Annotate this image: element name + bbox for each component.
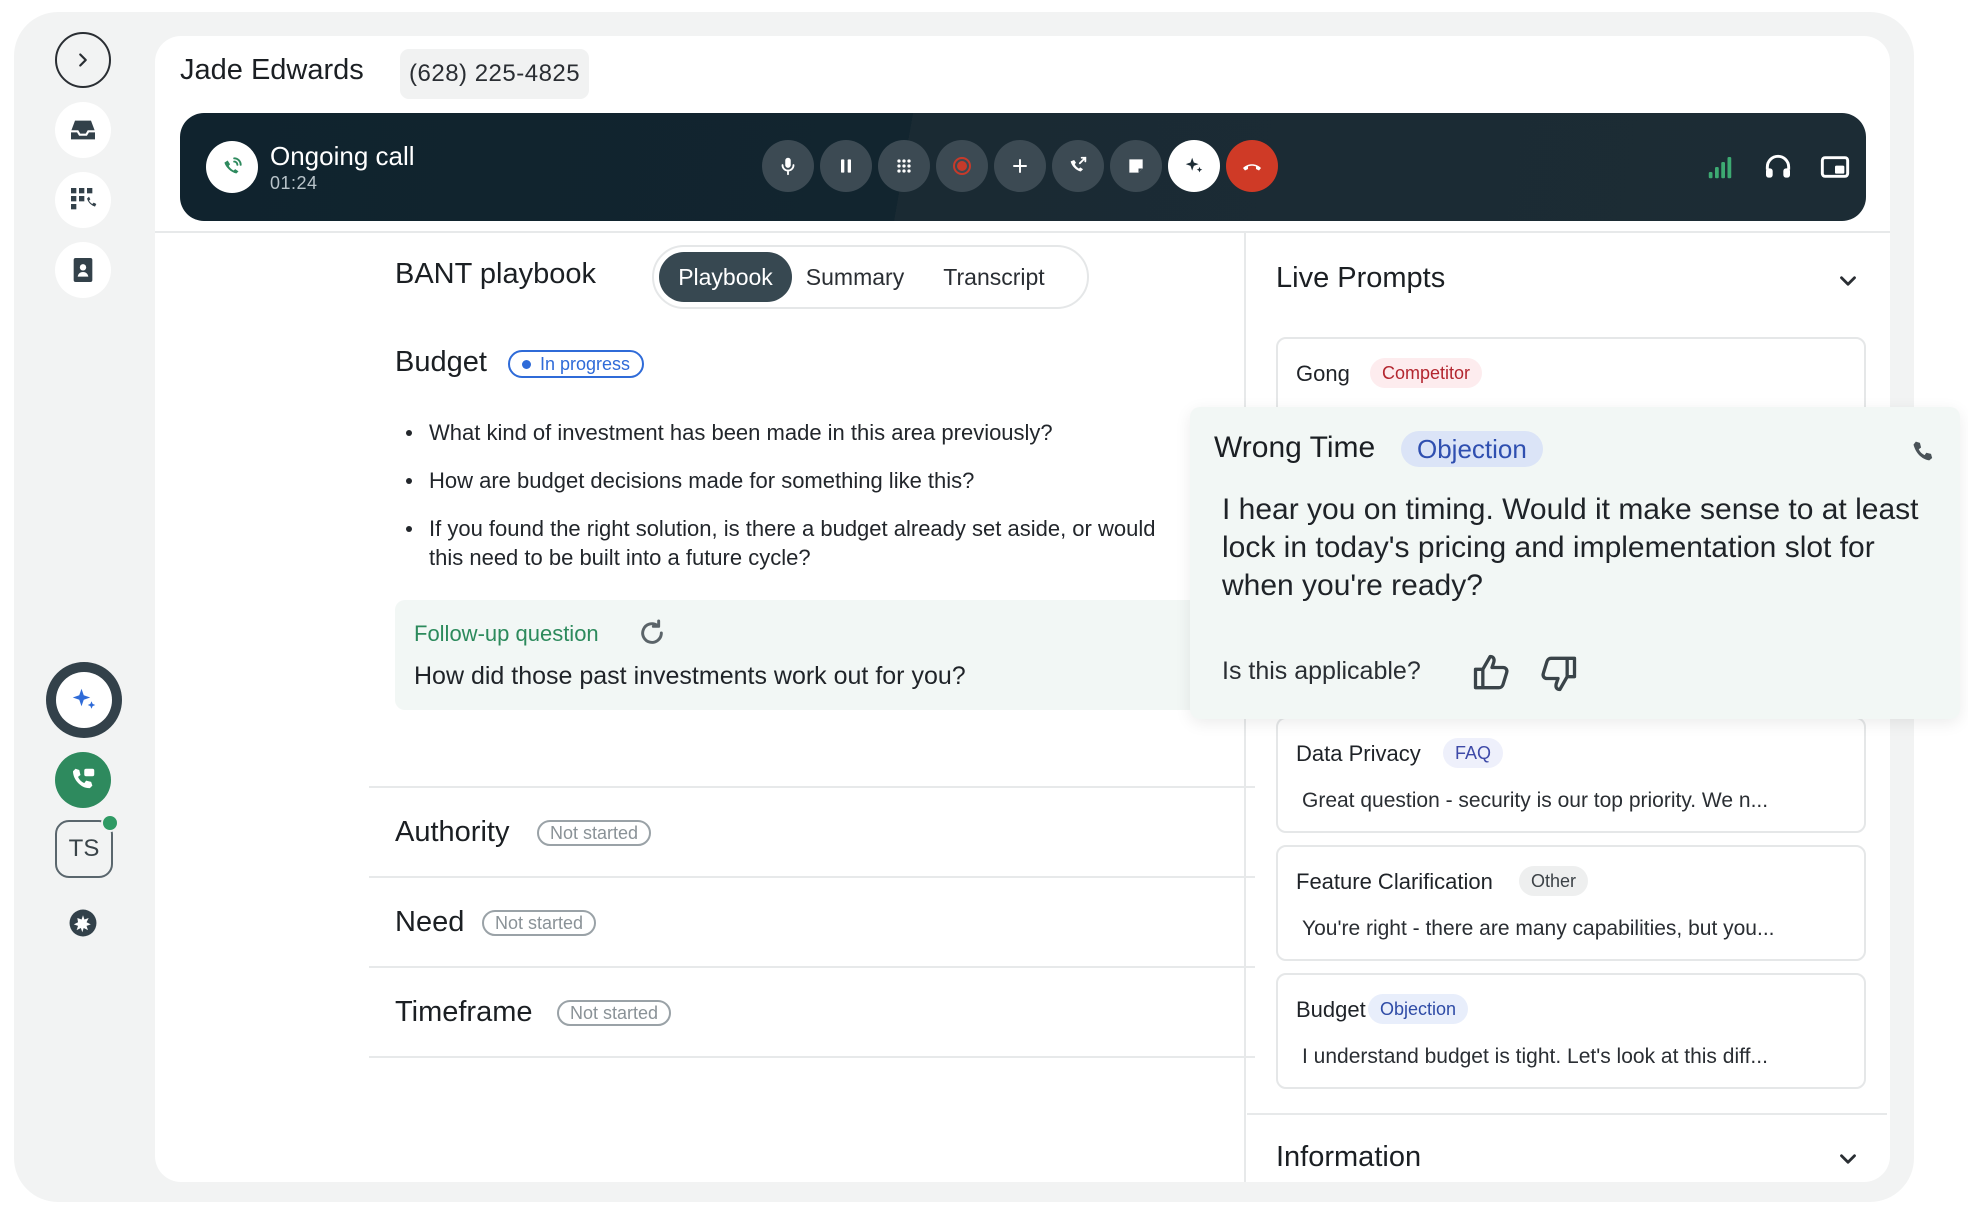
prompt-tag-competitor: Competitor [1370, 358, 1483, 388]
prompt-card-budget[interactable]: Budget Objection I understand budget is … [1276, 973, 1866, 1089]
ai-assistant-inner [56, 672, 112, 728]
prompt-suggested-response: I hear you on timing. Would it make sens… [1222, 493, 1919, 602]
prompt-card-title: Feature Clarification [1296, 869, 1493, 894]
thumbs-up-icon[interactable] [1470, 651, 1514, 695]
prompt-tag-objection: Objection [1368, 994, 1469, 1024]
online-status-dot [101, 814, 119, 832]
ai-assistant-button[interactable] [46, 662, 122, 738]
grid-phone-icon [71, 188, 97, 210]
dialer-nav-button[interactable] [55, 172, 111, 228]
prompt-card-title: Gong [1296, 361, 1350, 386]
feedback-question: Is this applicable? [1222, 657, 1421, 685]
active-call-button[interactable] [55, 752, 111, 808]
prompt-card-feature-clarification[interactable]: Feature Clarification Other You're right… [1276, 845, 1866, 961]
information-title: Information [1276, 1141, 1422, 1173]
prompt-tag-other: Other [1519, 866, 1589, 896]
user-initials: TS [68, 835, 100, 862]
settings-icon [69, 909, 97, 937]
chevron-right-icon [79, 53, 87, 67]
prompt-card-data-privacy[interactable]: Data Privacy FAQ Great question - securi… [1276, 717, 1866, 833]
settings-button[interactable] [55, 895, 111, 951]
prompt-card-title: Budget [1296, 997, 1366, 1022]
user-avatar[interactable]: TS [55, 814, 119, 878]
expanded-prompt-card[interactable]: Wrong Time Objection I hear you on timin… [1190, 407, 1960, 719]
prompt-card-body: Great question - security is our top pri… [1302, 789, 1769, 812]
prompt-card-title: Data Privacy [1296, 741, 1421, 766]
contacts-nav-button[interactable] [55, 242, 111, 298]
section-divider [1247, 1113, 1887, 1115]
inbox-icon [71, 120, 95, 140]
contact-book-icon [73, 258, 93, 282]
expand-rail-button[interactable] [55, 32, 111, 88]
prompt-card-body: I understand budget is tight. Let's look… [1302, 1045, 1768, 1068]
prompt-tag-faq: FAQ [1443, 738, 1504, 768]
thumbs-down-icon[interactable] [1536, 651, 1580, 695]
sparkle-icon [72, 688, 96, 709]
live-prompts-title: Live Prompts [1276, 262, 1446, 294]
prompt-card-body: You're right - there are many capabiliti… [1302, 917, 1775, 940]
chevron-down-icon[interactable] [1835, 1146, 1861, 1172]
prompt-title: Wrong Time [1214, 431, 1376, 464]
app-shell: TS Jade Edwards (628) 225-4825 Ongoing c… [14, 12, 1960, 1202]
prompt-tag-objection: Objection [1401, 431, 1543, 467]
phone-icon[interactable] [1910, 437, 1938, 465]
phone-message-icon [73, 768, 95, 789]
chevron-down-icon[interactable] [1835, 268, 1861, 294]
inbox-nav-button[interactable] [55, 102, 111, 158]
